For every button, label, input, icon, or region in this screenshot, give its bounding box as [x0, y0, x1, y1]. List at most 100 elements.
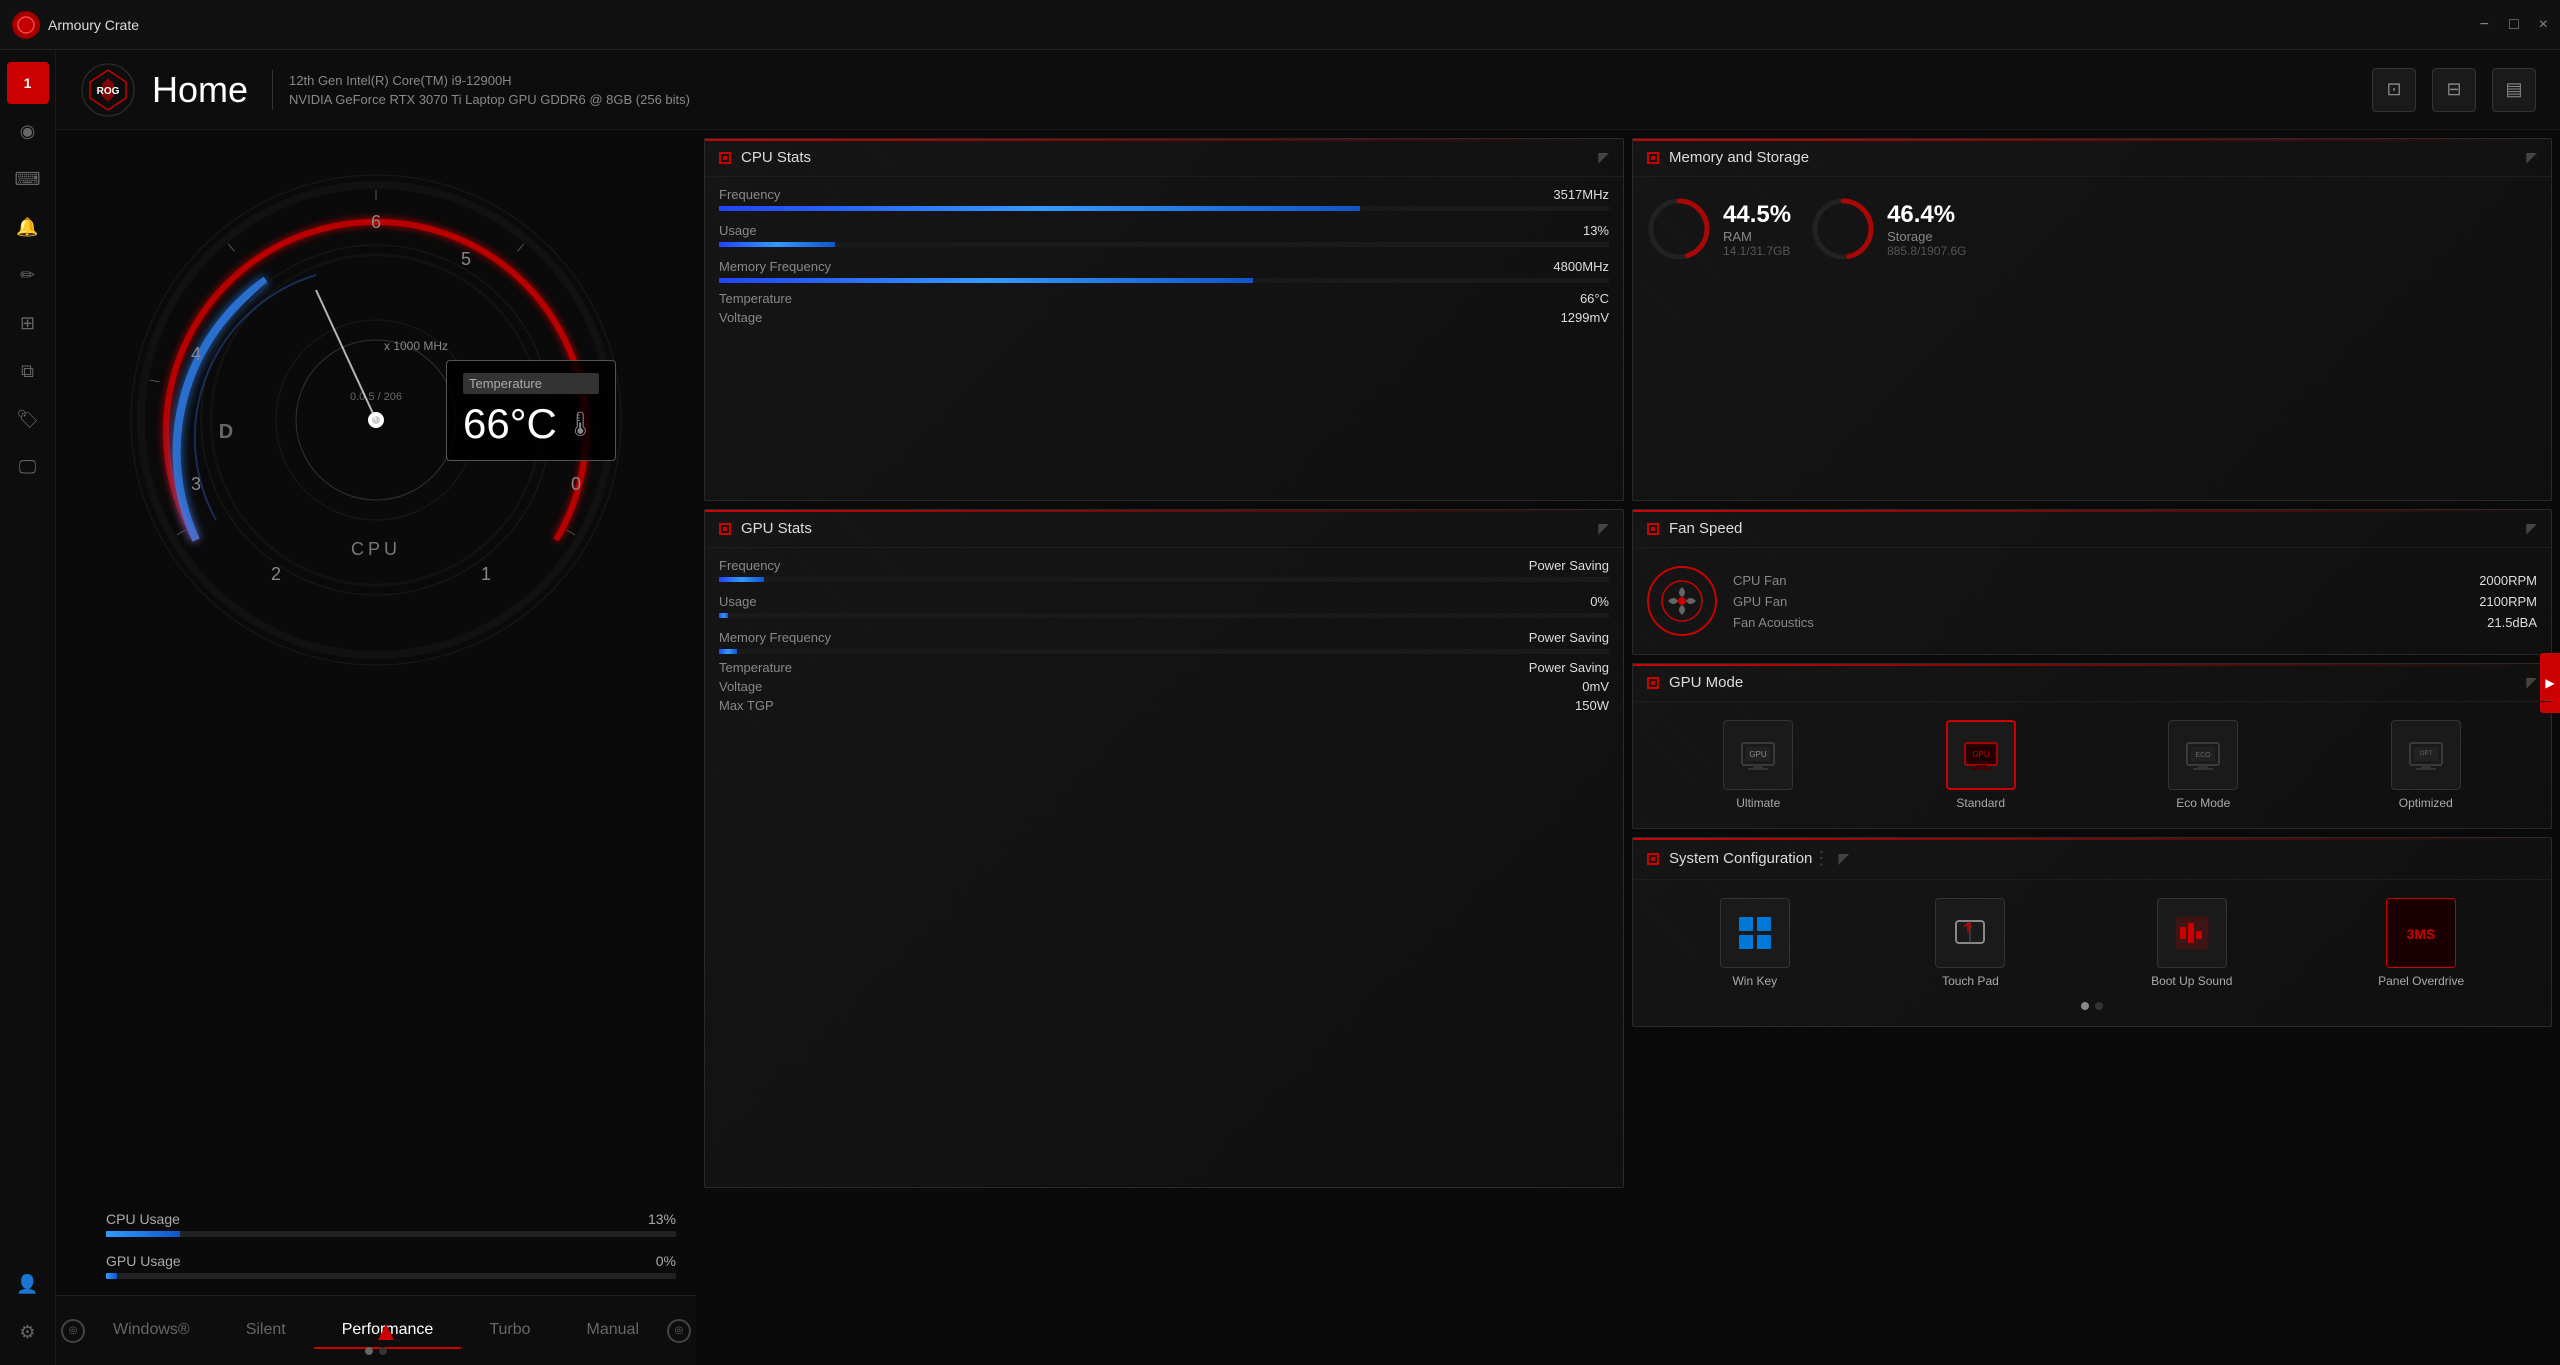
gpu-fan-label: GPU Fan [1733, 594, 1787, 609]
app-title: Armoury Crate [48, 17, 139, 33]
storage-detail: 885.8/1907.6G [1887, 244, 1966, 258]
fan-acoustics-value: 21.5dBA [2487, 615, 2537, 630]
tab-windows[interactable]: Windows® [85, 1313, 218, 1349]
panel-overdrive-icon: 3MS [2386, 898, 2456, 968]
standard-icon: GPU [1946, 720, 2016, 790]
gpu-mode-eco[interactable]: ECO Eco Mode [2168, 720, 2238, 810]
system-config-header: System Configuration ⋮ ◤ [1633, 838, 2551, 880]
optimized-label: Optimized [2399, 796, 2453, 810]
boot-sound-item[interactable]: Boot Up Sound [2151, 898, 2232, 988]
sidebar-label-1: 1 [24, 75, 32, 91]
layout-icon-1: ⊡ [2386, 79, 2401, 100]
cpu-voltage-label: Voltage [719, 310, 762, 325]
cpu-temp-value: 66°C [1580, 291, 1609, 306]
storage-type: Storage [1887, 229, 1966, 244]
layout-button-1[interactable]: ⊡ [2372, 68, 2416, 112]
cpu-usage-bar [106, 1231, 676, 1237]
sidebar-item-edit[interactable]: ✏ [7, 254, 49, 296]
cpu-fan-value: 2000RPM [2479, 573, 2537, 588]
svg-text:3: 3 [191, 474, 201, 494]
gpu-fan-row: GPU Fan 2100RPM [1733, 594, 2537, 609]
cpu-fan-row: CPU Fan 2000RPM [1733, 573, 2537, 588]
cpu-usage-bar-fill [106, 1231, 180, 1237]
system-config-title: System Configuration [1669, 850, 1812, 867]
gpu-freq-bar [719, 577, 1609, 582]
gpu-voltage-label: Voltage [719, 679, 762, 694]
storage-pct: 46.4% [1887, 201, 1966, 229]
keyboard-icon: ⌨ [15, 169, 41, 190]
sys-config-more-button[interactable]: ⋮ [1812, 848, 1830, 869]
cpu-memfreq-label: Memory Frequency [719, 259, 831, 274]
panel-overdrive-item[interactable]: 3MS Panel Overdrive [2378, 898, 2464, 988]
notification-icon: 🔔 [16, 217, 38, 238]
sidebar-item-notification[interactable]: 🔔 [7, 206, 49, 248]
gpu-usage-bar-fill [106, 1273, 117, 1279]
sidebar-item-user[interactable]: 👤 [7, 1263, 49, 1305]
header-actions: ⊡ ⊟ ▤ [2372, 68, 2536, 112]
win-key-item[interactable]: Win Key [1720, 898, 1790, 988]
gpu-usage-row: GPU Usage 0% [106, 1253, 676, 1279]
tab-silent[interactable]: Silent [218, 1313, 314, 1349]
tab-manual[interactable]: Manual [559, 1313, 667, 1349]
layout-button-2[interactable]: ⊟ [2432, 68, 2476, 112]
cpu-voltage-value: 1299mV [1561, 310, 1609, 325]
fan-acoustics-label: Fan Acoustics [1733, 615, 1814, 630]
eco-label: Eco Mode [2176, 796, 2230, 810]
svg-text:GPU: GPU [1750, 750, 1768, 759]
monitor-icon: 🖵 [19, 457, 36, 478]
maximize-button[interactable]: □ [2509, 16, 2519, 34]
sidebar-item-keyboard[interactable]: ⌨ [7, 158, 49, 200]
gpu-usage-value: 0% [656, 1253, 676, 1269]
header: ROG Home 12th Gen Intel(R) Core(TM) i9-1… [56, 50, 2560, 130]
gpu-freq-value: Power Saving [1529, 558, 1609, 573]
gpu-fan-value: 2100RPM [2479, 594, 2537, 609]
sidebar-item-settings[interactable]: ⚙ [7, 1311, 49, 1353]
sidebar-item-circle[interactable]: ◉ [7, 110, 49, 152]
gpu-temp-value: Power Saving [1529, 660, 1609, 675]
page-dot-1 [365, 1347, 373, 1355]
gpu-mode-standard[interactable]: GPU Standard [1946, 720, 2016, 810]
fan-speed-corner: ◤ [2526, 520, 2537, 537]
gpu-mode-header-icon [1647, 677, 1659, 689]
gpu-mode-ultimate[interactable]: GPU Ultimate [1723, 720, 1793, 810]
temperature-badge: Temperature 66°C 🌡 [446, 360, 616, 461]
page-title: Home [152, 69, 248, 111]
gpu-memfreq-value: Power Saving [1529, 630, 1609, 645]
gpu-memfreq-row: Memory Frequency Power Saving [719, 630, 1609, 645]
fan-grid: CPU Fan 2000RPM GPU Fan 2100RPM Fan Acou… [1647, 558, 2537, 644]
perf-target-right: ◎ [667, 1319, 691, 1343]
tab-turbo[interactable]: Turbo [461, 1313, 558, 1349]
close-button[interactable]: × [2539, 16, 2548, 34]
gpu-maxtgp-value: 150W [1575, 698, 1609, 713]
svg-text:0: 0 [571, 474, 581, 494]
ram-info: 44.5% RAM 14.1/31.7GB [1723, 201, 1791, 258]
memory-storage-panel: Memory and Storage ◤ [1632, 138, 2552, 501]
temp-badge-title: Temperature [463, 373, 599, 394]
sidebar-item-grid[interactable]: ⊞ [7, 302, 49, 344]
sidebar-item-tag[interactable]: 🏷 [7, 398, 49, 440]
sidebar-item-monitor[interactable]: 🖵 [7, 446, 49, 488]
cpu-stats-body: Frequency 3517MHz Usage 13% [705, 177, 1623, 339]
layout-button-3[interactable]: ▤ [2492, 68, 2536, 112]
gpu-mode-optimized[interactable]: OPT Optimized [2391, 720, 2461, 810]
touch-pad-item[interactable]: Touch Pad [1935, 898, 2005, 988]
gpu-usage-label: GPU Usage [106, 1253, 181, 1269]
system-config-panel: System Configuration ⋮ ◤ [1632, 837, 2552, 1027]
header-separator [272, 70, 273, 110]
cpu-freq-row: Frequency 3517MHz [719, 187, 1609, 202]
eco-icon: ECO [2168, 720, 2238, 790]
svg-text:OPT: OPT [2420, 751, 2433, 757]
svg-text:ROG: ROG [97, 86, 120, 97]
cpu-memfreq-value: 4800MHz [1553, 259, 1609, 274]
minimize-button[interactable]: − [2480, 16, 2489, 34]
touch-pad-label: Touch Pad [1942, 974, 1999, 988]
storage-item: 46.4% Storage 885.8/1907.6G [1811, 197, 1966, 261]
sidebar-item-filter[interactable]: ⧉ [7, 350, 49, 392]
edit-icon: ✏ [20, 265, 35, 286]
cpu-stats-corner: ◤ [1598, 149, 1609, 166]
sidebar: 1 ◉ ⌨ 🔔 ✏ ⊞ ⧉ 🏷 🖵 👤 ⚙ [0, 50, 56, 1365]
title-bar: Armoury Crate − □ × [0, 0, 2560, 50]
gpu-freq-row: Frequency Power Saving [719, 558, 1609, 573]
sidebar-item-1[interactable]: 1 [7, 62, 49, 104]
gpu-voltage-value: 0mV [1582, 679, 1609, 694]
